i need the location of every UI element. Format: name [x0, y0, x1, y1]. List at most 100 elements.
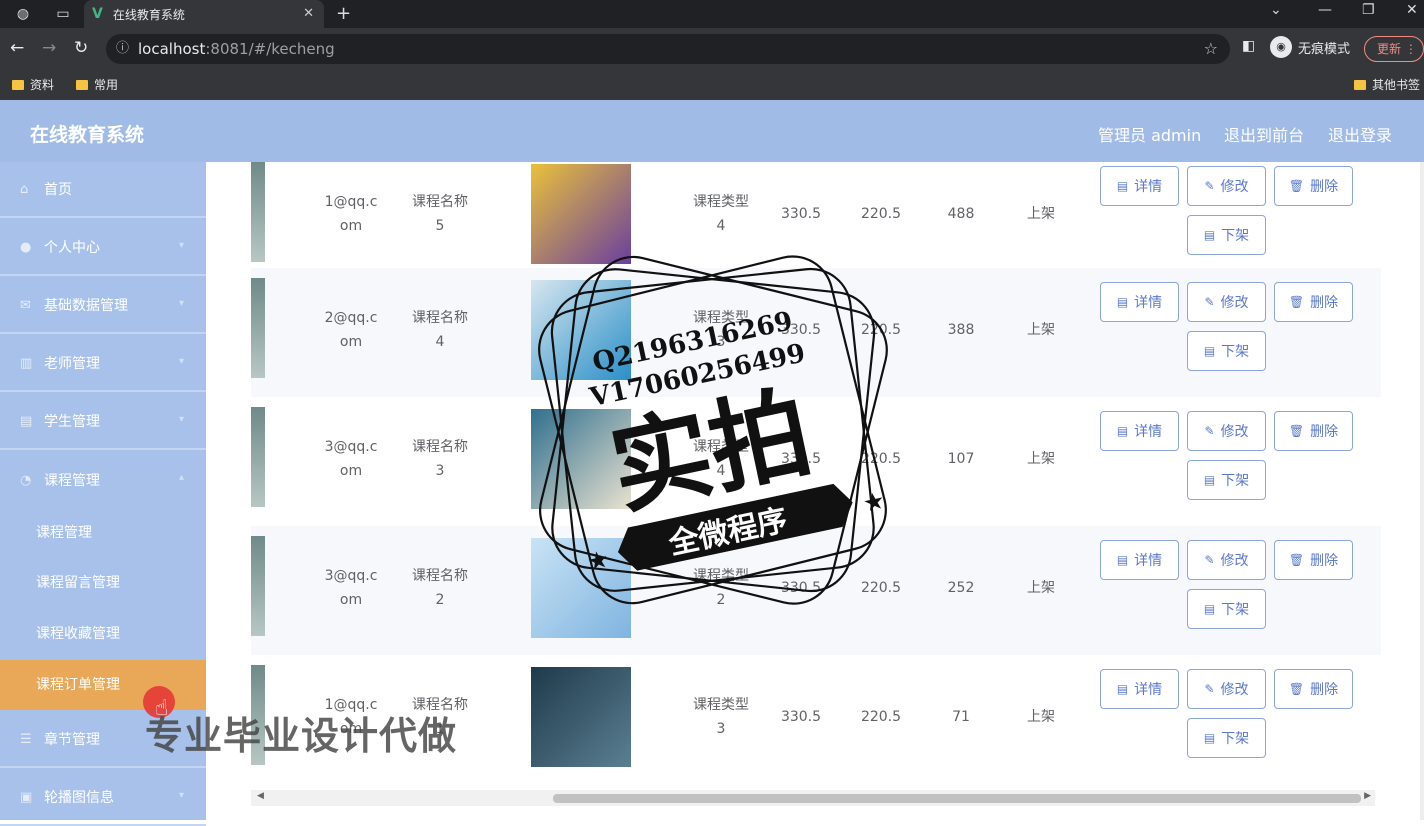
delete-button[interactable]: 🗑 删除 — [1274, 411, 1353, 451]
clock-icon: ◔ — [20, 472, 32, 488]
document-icon: ▤ — [1116, 682, 1129, 696]
sidebar-item-basic-data[interactable]: ✉ 基础数据管理 ▾ — [0, 278, 206, 334]
cell-price: 330.5 — [780, 451, 822, 467]
delete-button-label: 删除 — [1310, 424, 1339, 440]
detail-button[interactable]: ▤ 详情 — [1100, 540, 1179, 580]
detail-button-label: 详情 — [1134, 424, 1163, 440]
chevron-down-icon: ▾ — [178, 414, 184, 425]
reload-icon[interactable]: ↻ — [74, 38, 88, 58]
delete-button[interactable]: 🗑 删除 — [1274, 669, 1353, 709]
sidebar-sub-comments[interactable]: 课程留言管理 — [0, 558, 206, 608]
admin-user-label: 管理员 admin — [1098, 126, 1202, 145]
sidebar-item-course[interactable]: ◔ 课程管理 ▴ — [0, 452, 206, 508]
folder-icon — [76, 79, 88, 90]
offshelf-button[interactable]: ▤ 下架 — [1187, 215, 1266, 255]
window-icon[interactable]: ▭ — [54, 5, 72, 23]
incognito-label: 无痕模式 — [1298, 41, 1351, 57]
course-table: 1@qq.c om 课程名称 5 课程类型 4 330.5 220.5 488 上架 ▤ 详情 ✎ 修改 🗑… — [251, 162, 1381, 790]
incognito-icon: ◉ — [1270, 36, 1292, 58]
scroll-left-icon[interactable]: ◀ — [257, 791, 264, 801]
sidebar-item-home[interactable]: ⌂ 首页 — [0, 162, 206, 218]
detail-button[interactable]: ▤ 详情 — [1100, 411, 1179, 451]
offshelf-button[interactable]: ▤ 下架 — [1187, 718, 1266, 758]
offshelf-button[interactable]: ▤ 下架 — [1187, 589, 1266, 629]
cell-course-type-line: 4 — [716, 463, 726, 479]
cell-sale-price: 220.5 — [860, 451, 902, 467]
bookmark-label: 常用 — [94, 78, 119, 92]
logout-link[interactable]: 退出登录 — [1328, 122, 1392, 146]
offshelf-button-label: 下架 — [1221, 473, 1250, 489]
sidebar-sub-course[interactable]: 课程管理 — [0, 508, 206, 558]
vertical-scrollbar[interactable] — [1420, 162, 1424, 820]
sidebar-item-student[interactable]: ▤ 学生管理 ▾ — [0, 394, 206, 450]
sidebar-sub-orders[interactable]: 课程订单管理 — [0, 660, 206, 710]
cell-course-name: 课程名称 5 — [391, 190, 489, 238]
detail-button[interactable]: ▤ 详情 — [1100, 166, 1179, 206]
offshelf-button[interactable]: ▤ 下架 — [1187, 460, 1266, 500]
edit-button-label: 修改 — [1220, 179, 1249, 195]
horizontal-scrollbar[interactable]: ◀ ▶ — [251, 790, 1375, 806]
home-icon: ⌂ — [20, 181, 29, 197]
cell-status: 上架 — [1027, 451, 1055, 467]
bookmark-folder[interactable]: 常用 — [76, 76, 118, 93]
bookmark-folder[interactable]: 资料 — [12, 76, 54, 93]
edit-button[interactable]: ✎ 修改 — [1187, 282, 1266, 322]
globe-icon[interactable]: ◍ — [14, 5, 32, 23]
delete-button[interactable]: 🗑 删除 — [1274, 282, 1353, 322]
info-icon[interactable]: ⓘ — [116, 34, 129, 64]
delete-button[interactable]: 🗑 删除 — [1274, 166, 1353, 206]
document-icon: ▤ — [1203, 731, 1216, 745]
update-button[interactable]: 更新 ⋮ — [1364, 36, 1424, 62]
to-front-link[interactable]: 退出到前台 — [1224, 122, 1304, 146]
cell-sale-price: 220.5 — [860, 709, 902, 725]
sidebar-toggle-icon[interactable]: ◧ — [1242, 38, 1255, 54]
scrollbar-thumb[interactable] — [553, 794, 1361, 803]
cell-course-name-line: 课程名称 — [412, 439, 468, 455]
restore-icon[interactable]: ❐ — [1362, 2, 1375, 18]
edit-button[interactable]: ✎ 修改 — [1187, 411, 1266, 451]
offshelf-button-label: 下架 — [1221, 602, 1250, 618]
cell-account-line: om — [339, 463, 363, 479]
course-image — [531, 538, 631, 638]
trash-icon: 🗑 — [1288, 682, 1305, 696]
document-icon: ▤ — [1116, 553, 1129, 567]
sidebar-item-teacher[interactable]: ▥ 老师管理 ▾ — [0, 336, 206, 392]
cell-price: 330.5 — [780, 206, 822, 222]
other-bookmarks[interactable]: 其他书签 — [1354, 76, 1420, 93]
edit-button[interactable]: ✎ 修改 — [1187, 669, 1266, 709]
sidebar-sub-favorites[interactable]: 课程收藏管理 — [0, 609, 206, 659]
detail-button[interactable]: ▤ 详情 — [1100, 282, 1179, 322]
cell-course-type: 课程类型 3 — [671, 693, 771, 741]
chart-icon: ▥ — [20, 355, 33, 371]
trash-icon: 🗑 — [1288, 179, 1305, 193]
new-tab-icon[interactable]: + — [336, 3, 351, 24]
delete-button[interactable]: 🗑 删除 — [1274, 540, 1353, 580]
back-icon[interactable]: ← — [10, 38, 24, 58]
edit-button[interactable]: ✎ 修改 — [1187, 166, 1266, 206]
address-bar-row: ← → ↻ ⓘ localhost:8081/#/kecheng ☆ ◧ ◉ 无… — [0, 28, 1424, 70]
scroll-right-icon[interactable]: ▶ — [1364, 791, 1371, 801]
minimize-icon[interactable]: — — [1318, 2, 1332, 18]
offshelf-button[interactable]: ▤ 下架 — [1187, 331, 1266, 371]
browser-tab[interactable]: V 在线教育系统 ✕ — [84, 0, 324, 28]
url-input[interactable]: ⓘ localhost:8081/#/kecheng ☆ — [106, 34, 1230, 64]
close-icon[interactable]: ✕ — [303, 6, 314, 21]
incognito-indicator[interactable]: ◉ 无痕模式 — [1270, 36, 1350, 58]
cell-course-type-line: 3 — [716, 334, 726, 350]
sidebar-item-carousel[interactable]: ▣ 轮播图信息 ▾ — [0, 770, 206, 826]
cell-account-line: 2@qq.c — [324, 310, 378, 326]
detail-button[interactable]: ▤ 详情 — [1100, 669, 1179, 709]
edit-button[interactable]: ✎ 修改 — [1187, 540, 1266, 580]
cell-course-name-line: 5 — [435, 218, 445, 234]
image-icon: ▣ — [20, 789, 33, 805]
cell-status: 上架 — [1027, 580, 1055, 596]
window-close-icon[interactable]: ✕ — [1406, 2, 1418, 18]
forward-icon[interactable]: → — [42, 38, 56, 58]
cell-course-type-line: 课程类型 — [693, 697, 749, 713]
delete-button-label: 删除 — [1310, 553, 1339, 569]
sidebar-item-personal[interactable]: ● 个人中心 ▾ — [0, 220, 206, 276]
bookmark-star-icon[interactable]: ☆ — [1204, 34, 1218, 64]
cell-status: 上架 — [1027, 709, 1055, 725]
chevron-down-icon[interactable]: ⌄ — [1270, 2, 1282, 18]
cell-account-line: 3@qq.c — [324, 439, 378, 455]
